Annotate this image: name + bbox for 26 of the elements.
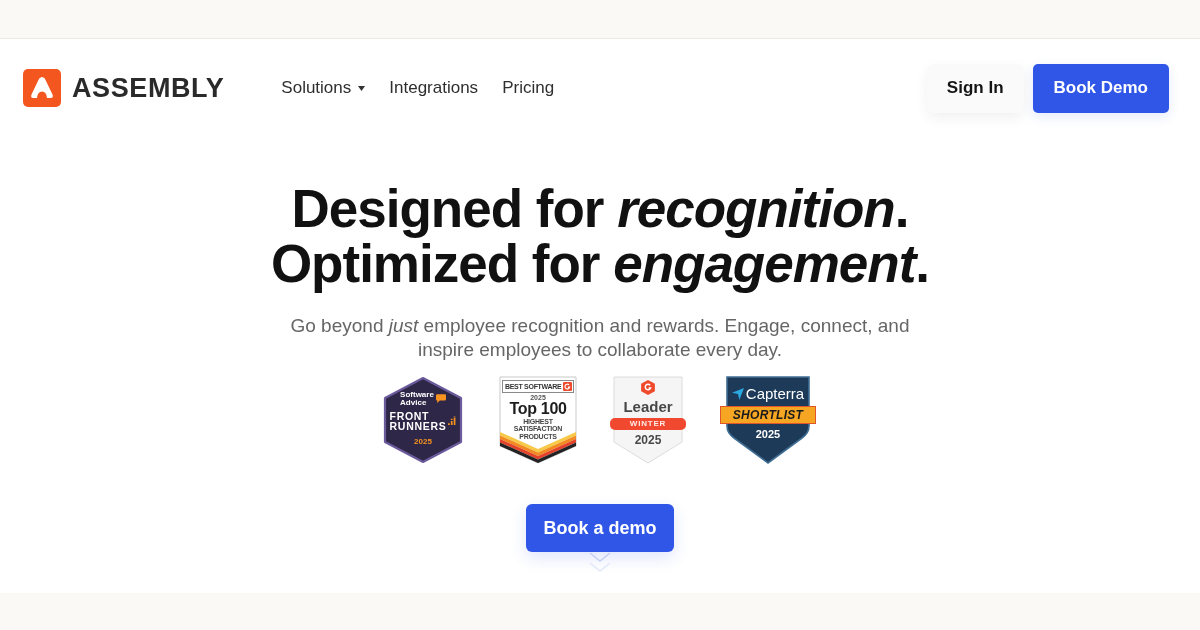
nav-link[interactable]: Integrations bbox=[389, 78, 479, 98]
hero-headline: Designed for recognition. Optimized for engagement. bbox=[270, 181, 930, 291]
hero-subtitle: Go beyond just employee recognition and rewards. Engage, connect, and inspire employees to collaborate every day. bbox=[289, 314, 911, 362]
chevron-down-icon bbox=[587, 551, 613, 575]
badge-year: 2025 bbox=[755, 428, 781, 441]
award-ribbon: SHORTLIST bbox=[720, 405, 816, 424]
logo-wordmark: ASSEMBLY bbox=[72, 72, 225, 104]
logo-icon bbox=[563, 382, 573, 391]
book-demo-button[interactable]: Book a demo bbox=[526, 504, 674, 552]
book-demo-button[interactable]: Book Demo bbox=[1032, 63, 1169, 113]
badge-year: 2025 bbox=[634, 433, 662, 447]
badge-brand: Software Advice bbox=[400, 391, 434, 407]
nav-dropdown[interactable]: Solutions bbox=[281, 78, 366, 98]
logo-icon bbox=[641, 380, 655, 395]
badge-year: 2025 bbox=[414, 437, 432, 447]
logo-icon bbox=[23, 69, 61, 107]
caret-down-icon bbox=[358, 85, 366, 91]
nav-link[interactable]: Pricing bbox=[502, 78, 555, 98]
sign-in-button[interactable]: Sign In bbox=[926, 63, 1024, 113]
grid-icon bbox=[448, 416, 457, 427]
badge-brand: Capterra bbox=[745, 386, 805, 402]
arrow-icon bbox=[731, 387, 744, 400]
speech-bubble-icon bbox=[435, 394, 446, 404]
badge-title: FRONT RUNNERS bbox=[389, 410, 447, 432]
badge-title: Top 100 bbox=[509, 401, 567, 418]
badge-title: Leader bbox=[623, 399, 673, 415]
